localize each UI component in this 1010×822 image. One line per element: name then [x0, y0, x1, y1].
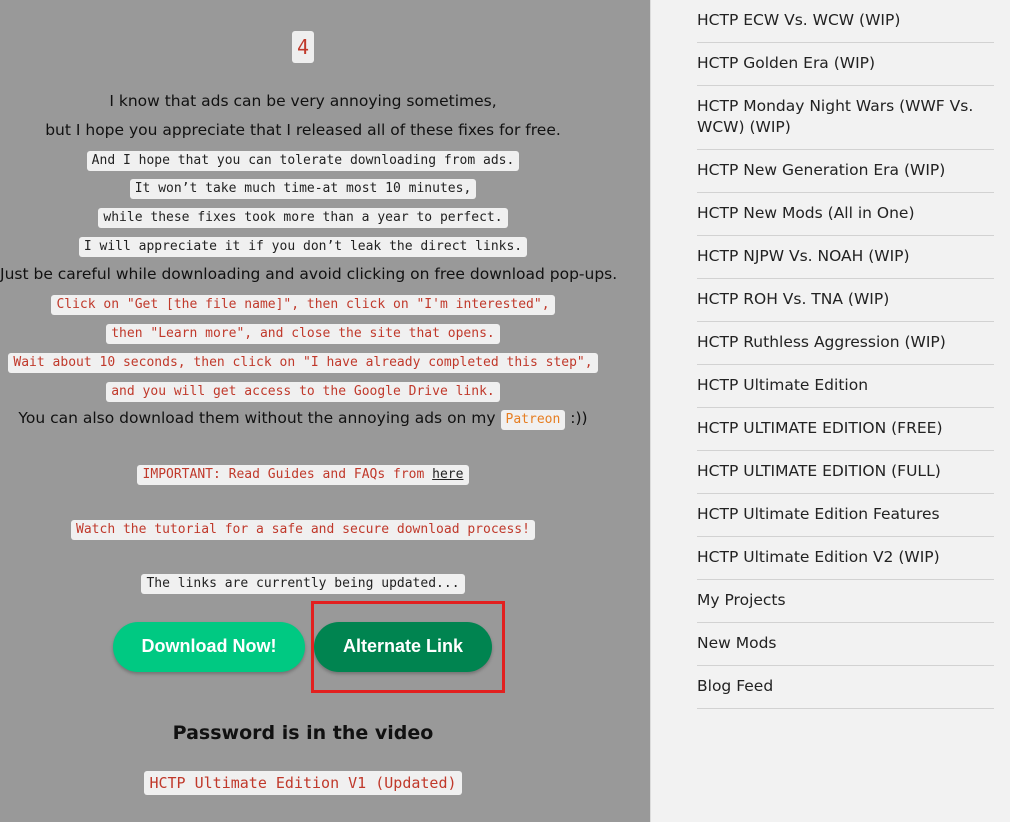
password-heading: Password is in the video: [172, 722, 434, 744]
text-line: I know that ads can be very annoying som…: [109, 92, 497, 110]
sidebar-item[interactable]: Blog Feed: [697, 666, 994, 709]
sidebar-item[interactable]: HCTP ULTIMATE EDITION (FREE): [697, 408, 994, 451]
code-line: It won’t take much time-at most 10 minut…: [129, 179, 477, 199]
code-line: while these fixes took more than a year …: [98, 208, 508, 228]
instruction-line: then "Learn more", and close the site th…: [106, 324, 500, 344]
instruction-line: Wait about 10 seconds, then click on "I …: [8, 353, 598, 373]
sidebar-item[interactable]: HCTP ROH Vs. TNA (WIP): [697, 279, 994, 322]
sidebar-item[interactable]: New Mods: [697, 623, 994, 666]
sidebar-item[interactable]: HCTP ECW Vs. WCW (WIP): [697, 0, 994, 43]
instruction-line: Click on "Get [the file name]", then cli…: [51, 295, 555, 315]
updating-notice: The links are currently being updated...: [141, 574, 465, 594]
guides-link[interactable]: here: [432, 467, 463, 482]
sidebar-item[interactable]: My Projects: [697, 580, 994, 623]
sidebar-item[interactable]: HCTP ULTIMATE EDITION (FULL): [697, 451, 994, 494]
main-content: 4 I know that ads can be very annoying s…: [0, 0, 650, 822]
sidebar-item[interactable]: HCTP Ruthless Aggression (WIP): [697, 322, 994, 365]
patreon-smile: :)): [570, 409, 588, 427]
tutorial-notice[interactable]: Watch the tutorial for a safe and secure…: [71, 520, 535, 540]
patreon-text: You can also download them without the a…: [18, 409, 496, 427]
code-line: And I hope that you can tolerate downloa…: [86, 151, 520, 171]
sidebar-item[interactable]: HCTP Ultimate Edition V2 (WIP): [697, 537, 994, 580]
sidebar-item[interactable]: HCTP New Generation Era (WIP): [697, 150, 994, 193]
important-notice: IMPORTANT: Read Guides and FAQs from her…: [0, 463, 606, 485]
file-title: HCTP Ultimate Edition V1 (Updated): [144, 771, 462, 795]
sidebar-item[interactable]: HCTP Golden Era (WIP): [697, 43, 994, 86]
patreon-link[interactable]: Patreon: [500, 410, 566, 430]
sidebar-item[interactable]: HCTP Monday Night Wars (WWF Vs. WCW) (WI…: [697, 86, 994, 150]
step-number: 4: [292, 31, 314, 63]
sidebar-list: HCTP ECW Vs. WCW (WIP) HCTP Golden Era (…: [697, 0, 994, 709]
important-text: IMPORTANT: Read Guides and FAQs from: [142, 467, 425, 482]
download-now-button[interactable]: Download Now!: [113, 622, 305, 672]
instruction-line: and you will get access to the Google Dr…: [106, 382, 500, 402]
sidebar: HCTP ECW Vs. WCW (WIP) HCTP Golden Era (…: [650, 0, 1010, 822]
highlight-box: [311, 601, 505, 693]
sidebar-item[interactable]: HCTP New Mods (All in One): [697, 193, 994, 236]
sidebar-item[interactable]: HCTP Ultimate Edition: [697, 365, 994, 408]
sidebar-item[interactable]: HCTP Ultimate Edition Features: [697, 494, 994, 537]
text-line: but I hope you appreciate that I release…: [45, 121, 561, 139]
code-line: I will appreciate it if you don’t leak t…: [78, 237, 528, 257]
text-line: Just be careful while downloading and av…: [0, 265, 618, 283]
sidebar-item[interactable]: HCTP NJPW Vs. NOAH (WIP): [697, 236, 994, 279]
patreon-line: You can also download them without the a…: [0, 408, 606, 430]
